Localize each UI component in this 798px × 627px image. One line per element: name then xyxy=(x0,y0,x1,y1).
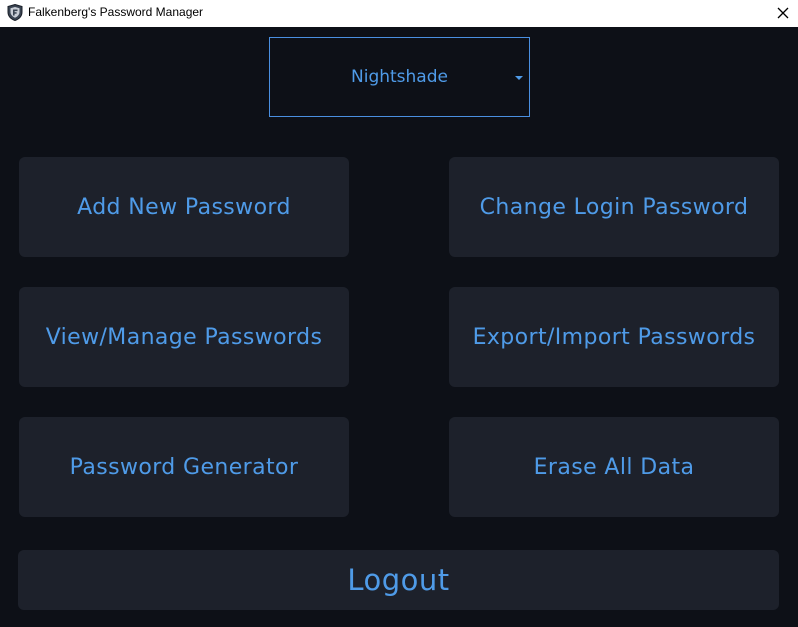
add-new-password-button[interactable]: Add New Password xyxy=(19,157,349,257)
password-generator-button[interactable]: Password Generator xyxy=(19,417,349,517)
change-login-password-button[interactable]: Change Login Password xyxy=(449,157,779,257)
window-title: Falkenberg's Password Manager xyxy=(28,5,204,19)
export-import-passwords-button[interactable]: Export/Import Passwords xyxy=(449,287,779,387)
theme-dropdown[interactable]: Nightshade xyxy=(269,37,530,117)
shield-icon xyxy=(7,3,23,22)
chevron-down-icon xyxy=(515,76,523,80)
logout-button[interactable]: Logout xyxy=(18,550,779,610)
close-button[interactable] xyxy=(768,0,798,27)
view-manage-passwords-button[interactable]: View/Manage Passwords xyxy=(19,287,349,387)
erase-all-data-button[interactable]: Erase All Data xyxy=(449,417,779,517)
close-icon xyxy=(777,4,789,23)
title-bar: Falkenberg's Password Manager xyxy=(0,0,798,27)
theme-dropdown-value: Nightshade xyxy=(351,67,448,87)
